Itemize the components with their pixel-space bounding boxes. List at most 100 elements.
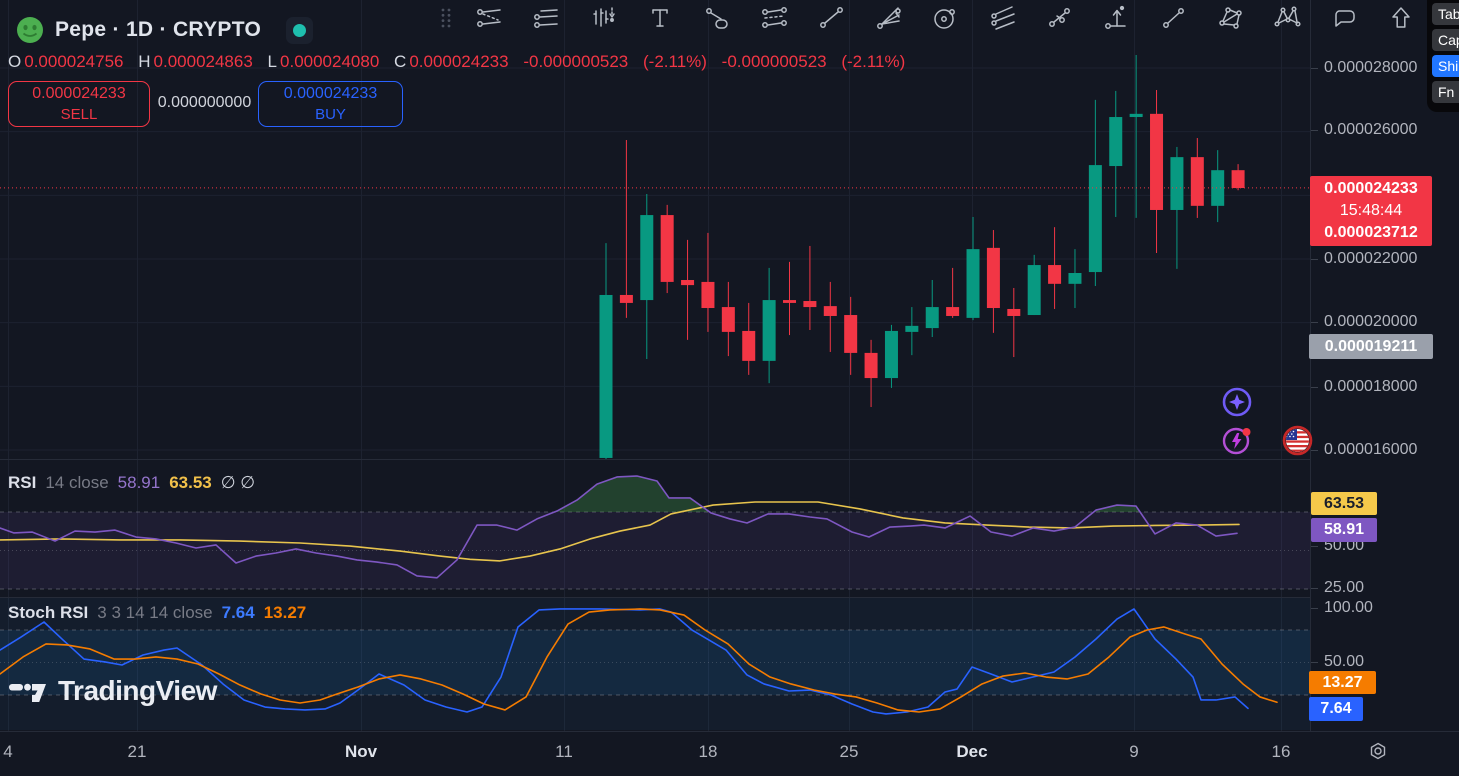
text-tool-icon[interactable] (646, 4, 674, 32)
candle[interactable] (844, 315, 858, 353)
time-tick-label: Dec (956, 742, 988, 761)
ohlc-row: O 0.000024756 H 0.000024863 L 0.000024080 C… (8, 52, 915, 72)
bars-pattern-icon[interactable] (589, 4, 617, 32)
candle[interactable] (599, 294, 613, 458)
candle[interactable] (640, 215, 654, 301)
candle[interactable] (1109, 117, 1123, 167)
bar-countdown: 15:48:44 (1339, 202, 1403, 219)
market-status-button[interactable] (286, 16, 314, 44)
crossed-trends-icon[interactable] (1045, 4, 1073, 32)
axis-tick-label: 0.000026000 (1310, 121, 1418, 138)
time-tick-label: 25 (839, 742, 859, 761)
buy-button[interactable]: 0.000024233 BUY (258, 81, 403, 127)
candle[interactable] (864, 352, 878, 379)
candle[interactable] (946, 307, 960, 316)
ohlc-o-label: O (8, 52, 22, 71)
axis-tick-label: 100.00 (1311, 599, 1373, 616)
stoch-rsi-pane-header[interactable]: Stoch RSI 3 3 14 14 close 7.64 13.27 (8, 603, 306, 623)
symbol-title[interactable]: Pepe · 1D · CRYPTO (55, 18, 261, 42)
candle[interactable] (925, 307, 939, 329)
candle[interactable] (1150, 113, 1164, 210)
ohlc-o-value: 0.000024756 (24, 52, 124, 71)
candle[interactable] (803, 301, 817, 308)
two-point-trend-icon[interactable] (1159, 4, 1187, 32)
stoch-d-value: 13.27 (263, 603, 307, 622)
parallel-lines-icon[interactable] (532, 4, 560, 32)
ohlc-h-value: 0.000024863 (153, 52, 253, 71)
stoch-k-value: 7.64 (221, 603, 255, 622)
market-open-dot-icon (293, 23, 307, 37)
last-price-label: 0.000024233 15:48:44 0.000023712 (1310, 176, 1432, 246)
three-diagonals-icon[interactable] (988, 4, 1016, 32)
candle[interactable] (823, 306, 837, 316)
time-axis-settings-gear-icon[interactable] (1366, 740, 1390, 764)
candle[interactable] (1027, 265, 1041, 316)
tradingview-watermark[interactable]: TradingView (8, 675, 217, 707)
sell-price: 0.000024233 (32, 85, 126, 102)
keyboard-key-tab[interactable]: Tab (1432, 3, 1459, 25)
parallel-channel-icon[interactable] (760, 4, 788, 32)
candle[interactable] (701, 281, 715, 309)
last-price-value: 0.000024233 (1324, 180, 1418, 197)
candle[interactable] (1088, 165, 1102, 273)
rsi-pane-header[interactable]: RSI 14 close 58.91 63.53 ∅ ∅ (8, 473, 255, 493)
trend-with-oval-icon[interactable] (703, 4, 731, 32)
time-axis[interactable]: 4 21 Nov 11 18 25 Dec 9 16 (0, 731, 1459, 776)
axis-tick-label: 0.000016000 (1310, 441, 1418, 458)
candle[interactable] (619, 294, 633, 303)
candle[interactable] (762, 300, 776, 361)
rsi-axis-label: 58.91 (1311, 518, 1377, 542)
keyboard-key-cap[interactable]: Cap (1432, 29, 1459, 51)
keyboard-key-fn[interactable]: Fn (1432, 81, 1459, 103)
arrow-marker-icon[interactable] (1387, 4, 1415, 32)
callout-icon[interactable] (1330, 4, 1358, 32)
candle[interactable] (1068, 273, 1082, 284)
polygon-pattern-icon[interactable] (1216, 4, 1244, 32)
rsi-ma-value: 63.53 (169, 473, 212, 492)
change-percent-2: (-2.11%) (841, 52, 906, 71)
candle[interactable] (884, 330, 898, 379)
us-flag-icon[interactable] (1282, 425, 1314, 457)
candle[interactable] (783, 300, 797, 303)
trend-line-icon[interactable] (817, 4, 845, 32)
axis-tick-label: 50.00 (1310, 653, 1365, 670)
candle[interactable] (1211, 170, 1225, 206)
toolbar-drag-handle-icon[interactable] (438, 4, 454, 32)
change-percent: (-2.11%) (643, 52, 707, 71)
candle[interactable] (1048, 265, 1062, 284)
time-tick-label: Nov (344, 742, 378, 761)
rsi-ma-axis-label: 63.53 (1311, 492, 1377, 515)
buy-price: 0.000024233 (283, 85, 378, 102)
candle[interactable] (1007, 308, 1021, 316)
candle[interactable] (966, 249, 980, 318)
axis-tick-label: 0.000018000 (1310, 378, 1418, 395)
candle[interactable] (721, 307, 735, 332)
xabcd-pattern-icon[interactable] (1273, 4, 1301, 32)
candle[interactable] (1170, 157, 1184, 210)
time-tick-label: 21 (127, 742, 147, 761)
sparkle-assistant-icon[interactable] (1221, 386, 1253, 418)
candle[interactable] (660, 215, 674, 282)
candle[interactable] (681, 280, 695, 286)
candle[interactable] (986, 247, 1000, 309)
keyboard-key-shi[interactable]: Shi (1432, 55, 1459, 77)
sell-button[interactable]: 0.000024233 SELL (8, 81, 150, 127)
time-tick-label: 18 (698, 742, 718, 761)
orbit-circle-icon[interactable] (931, 4, 959, 32)
pane-separator-rsi[interactable] (0, 459, 1459, 460)
lightning-alerts-icon[interactable] (1221, 424, 1253, 456)
pane-separator-stoch[interactable] (0, 597, 1459, 598)
axis-tick-label: 0.000028000 (1310, 59, 1418, 76)
candle[interactable] (1190, 157, 1204, 206)
candle[interactable] (905, 325, 919, 332)
vertical-arrow-icon[interactable] (1102, 4, 1130, 32)
pepe-logo-icon (16, 16, 44, 44)
time-tick-label: 11 (555, 742, 573, 761)
candle[interactable] (1129, 113, 1143, 118)
ohlc-l-value: 0.000024080 (280, 52, 380, 71)
gann-fan-icon[interactable] (874, 4, 902, 32)
candle[interactable] (1231, 170, 1245, 189)
candle[interactable] (742, 330, 756, 361)
trend-lines-group-icon[interactable] (475, 4, 503, 32)
gray-price-label: 0.000019211 (1309, 334, 1433, 359)
